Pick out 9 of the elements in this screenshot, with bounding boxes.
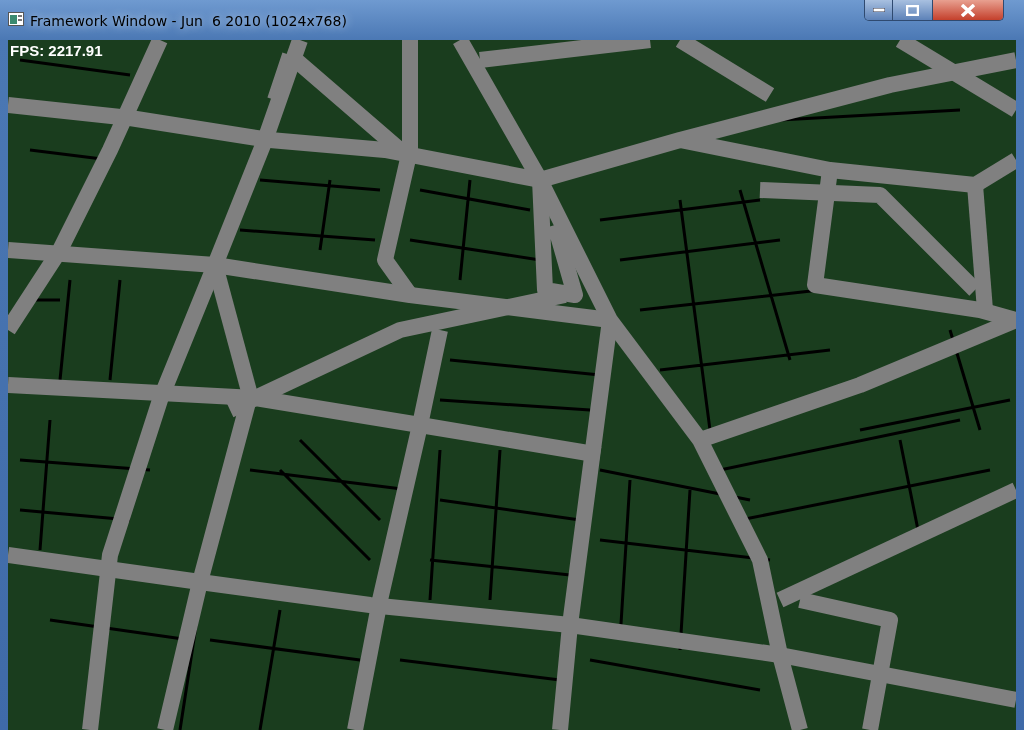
- close-button[interactable]: [933, 0, 1003, 20]
- maximize-icon: [906, 4, 919, 16]
- window-app-icon: [8, 12, 24, 26]
- maximize-button[interactable]: [893, 0, 933, 20]
- window-title: Framework Window - Jun 6 2010 (1024x768): [30, 12, 347, 31]
- minimize-button[interactable]: [865, 0, 893, 20]
- fps-counter: FPS: 2217.91: [10, 41, 103, 61]
- minimize-icon: [872, 8, 885, 12]
- close-icon: [960, 3, 976, 17]
